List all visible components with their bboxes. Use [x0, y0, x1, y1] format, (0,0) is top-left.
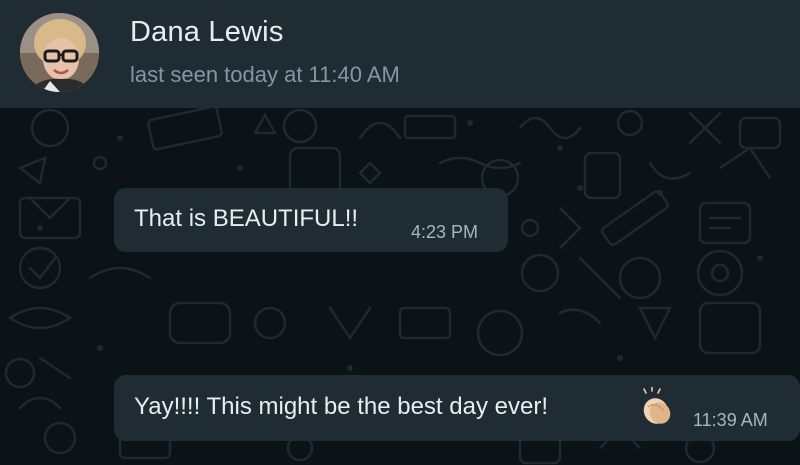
- incoming-message-bubble[interactable]: That is BEAUTIFUL!! 4:23 PM: [114, 188, 508, 252]
- chat-header[interactable]: Dana Lewis last seen today at 11:40 AM: [0, 0, 800, 108]
- last-seen-status: last seen today at 11:40 AM: [130, 62, 400, 87]
- incoming-message-bubble[interactable]: Yay!!!! This might be the best day ever!…: [114, 375, 800, 441]
- message-timestamp: 11:39 AM: [693, 410, 768, 430]
- message-text: That is BEAUTIFUL!!: [134, 205, 359, 232]
- contact-avatar[interactable]: [20, 13, 99, 92]
- message-timestamp: 4:23 PM: [411, 222, 479, 242]
- chat-window: Dana Lewis last seen today at 11:40 AM T…: [0, 0, 800, 465]
- avatar-image: [20, 13, 99, 92]
- message-list[interactable]: That is BEAUTIFUL!! 4:23 PM Yay!!!! This…: [0, 108, 800, 465]
- message-text: Yay!!!! This might be the best day ever!: [134, 393, 548, 420]
- contact-name[interactable]: Dana Lewis: [130, 16, 284, 49]
- clapping-hands-icon: [643, 387, 671, 424]
